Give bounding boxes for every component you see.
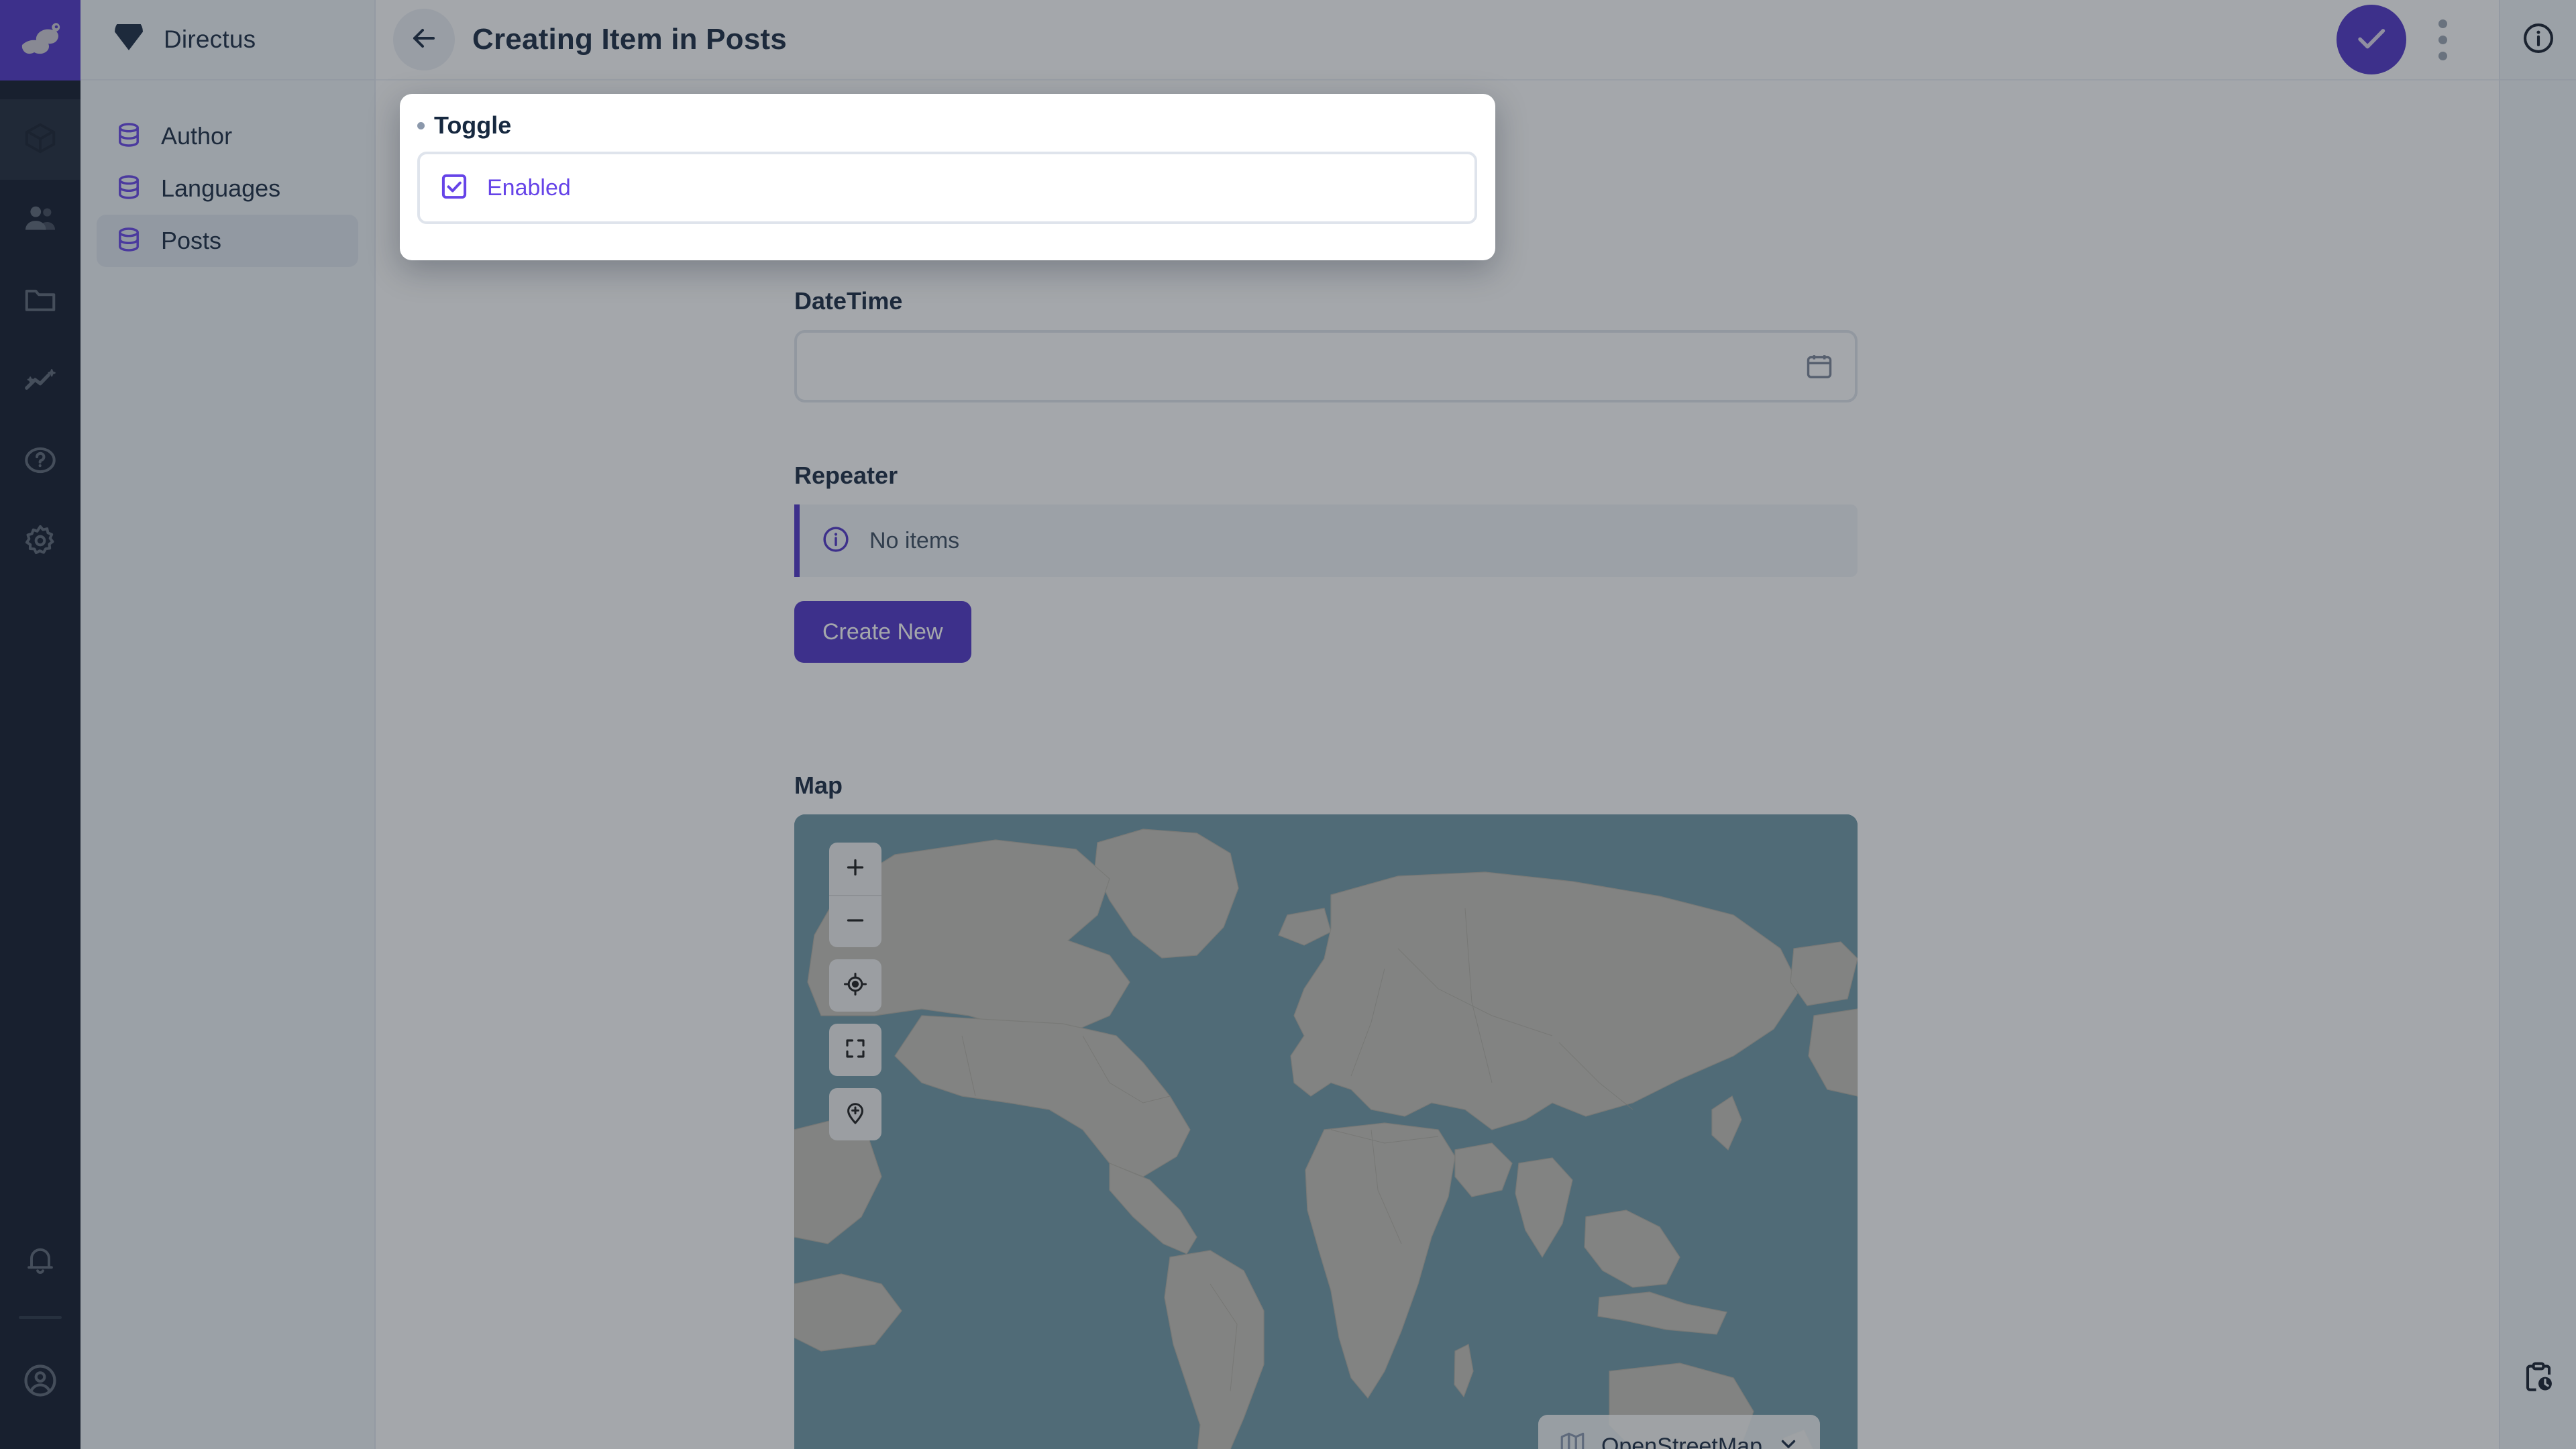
popover-label-row: Toggle (417, 111, 1478, 140)
drag-dot-icon (417, 122, 425, 129)
popover-field-label: Toggle (434, 111, 511, 140)
app-root: Directus Author (0, 0, 2576, 1449)
toggle-checkbox-label: Enabled (487, 175, 571, 201)
checkbox-checked-icon[interactable] (439, 171, 470, 205)
toggle-field-popover: Toggle Enabled (400, 94, 1495, 260)
toggle-checkbox-row[interactable]: Enabled (417, 152, 1477, 224)
